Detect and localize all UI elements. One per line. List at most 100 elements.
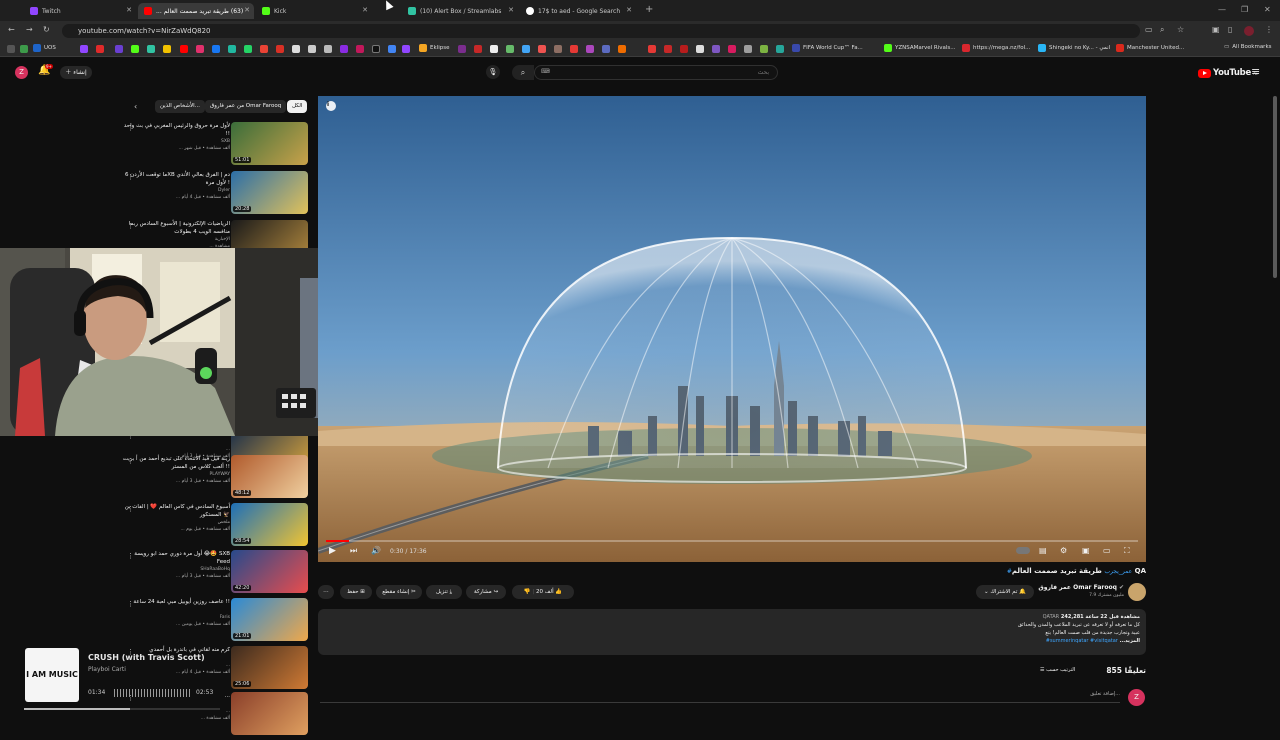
bookmark-icon[interactable]	[228, 45, 236, 53]
more-link[interactable]: ...المزيد	[1119, 638, 1140, 644]
bookmark-icon[interactable]	[196, 45, 204, 53]
bookmark-fifa[interactable]: FIFA World Cup™ Fa...	[792, 44, 863, 52]
recommended-video[interactable]: 20:28 ما توقعت الأردن 6XB دم | الفرق بعال…	[122, 171, 312, 219]
fullscreen-icon[interactable]: ⛶	[1124, 546, 1130, 556]
more-vertical-icon[interactable]: ⋮	[127, 457, 134, 465]
menu-icon[interactable]: ⋮	[1265, 25, 1273, 34]
all-bookmarks[interactable]: ▭ All Bookmarks	[1224, 44, 1272, 50]
tab-kick[interactable]: Kick ✕	[256, 3, 372, 19]
like-icon[interactable]: 👍	[555, 589, 562, 595]
forward-icon[interactable]: →	[26, 25, 33, 34]
video-thumbnail[interactable]: 28:54	[231, 503, 308, 546]
bookmark-icon[interactable]	[664, 45, 672, 53]
channel-avatar[interactable]	[1128, 583, 1146, 601]
bookmark-icon[interactable]	[308, 45, 316, 53]
video-player[interactable]: i	[318, 96, 1146, 562]
close-icon[interactable]: ✕	[508, 6, 514, 14]
bookmark-icon[interactable]	[760, 45, 768, 53]
channel-name[interactable]: ملخص	[120, 520, 230, 525]
bookmark-icon[interactable]	[260, 45, 268, 53]
miniplayer-icon[interactable]: ▣	[1082, 546, 1090, 555]
bookmark-mega[interactable]: https://mega.nz/fol...	[962, 44, 1030, 52]
bookmark-icon[interactable]	[522, 45, 530, 53]
bookmark-icon[interactable]	[131, 45, 139, 53]
bookmark-icon[interactable]	[538, 45, 546, 53]
voice-search-button[interactable]: 🎙	[486, 65, 500, 79]
more-vertical-icon[interactable]: ⋮	[127, 173, 134, 181]
channel-name[interactable]: Dyler	[120, 188, 230, 193]
video-title[interactable]: زينة فيل قبد الانتحاء على تبديع أحمد من …	[120, 455, 230, 471]
bookmark-eklipse[interactable]: Eklipse	[419, 44, 449, 52]
bookmark-icon[interactable]	[728, 45, 736, 53]
avatar[interactable]: Z	[15, 66, 28, 79]
bookmark-icon[interactable]	[776, 45, 784, 53]
bookmark-icon[interactable]	[212, 45, 220, 53]
bookmark-anime[interactable]: Shingeki no Ky... - انمي	[1038, 44, 1110, 52]
bookmark-icon[interactable]	[356, 45, 364, 53]
channel-name[interactable]: الإخبارية	[120, 237, 230, 242]
share-button[interactable]: مشاركة ↪	[466, 585, 506, 599]
bookmark-icon[interactable]	[506, 45, 514, 53]
bookmark-icon[interactable]	[244, 45, 252, 53]
volume-icon[interactable]: 🔊	[371, 546, 381, 555]
extensions-icon[interactable]: ▣	[1212, 25, 1220, 34]
bookmark-icon[interactable]	[96, 45, 104, 53]
youtube-logo[interactable]: YouTube AE	[1198, 68, 1258, 78]
address-bar[interactable]: youtube.com/watch?v=NirZaWdQ820	[62, 24, 1140, 38]
bookmark-icon[interactable]	[712, 45, 720, 53]
close-icon[interactable]: ✕	[626, 6, 632, 14]
info-icon[interactable]: i	[327, 101, 329, 108]
chip-more[interactable]: الأشخاص الذين...	[155, 100, 205, 113]
sort-comments[interactable]: ☰ الترتيب حسب	[1040, 667, 1075, 673]
tab-youtube[interactable]: (63) طريقة تبريد صممت العالم ... ✕	[138, 3, 254, 19]
more-vertical-icon[interactable]: ⋮	[127, 505, 134, 513]
apps-icon[interactable]	[7, 45, 15, 53]
play-icon[interactable]: ▶	[329, 546, 336, 556]
clip-button[interactable]: إنشاء مقطع ✂	[376, 585, 422, 599]
more-actions-button[interactable]: ⋯	[318, 585, 334, 599]
video-title[interactable]: لأول مرة حروق والرئيس المغربي في بث واحد…	[120, 122, 230, 138]
bookmark-icon[interactable]	[292, 45, 300, 53]
bookmark-icon[interactable]	[20, 45, 28, 53]
channel-name[interactable]: SXB	[120, 139, 230, 144]
dislike-icon[interactable]: 👎	[524, 589, 531, 595]
search-input[interactable]: بحث	[534, 65, 778, 80]
chevron-left-icon[interactable]: ‹	[134, 102, 137, 111]
tab-twitch[interactable]: Twitch ✕	[24, 3, 136, 19]
chip-all[interactable]: الكل	[287, 100, 308, 113]
guide-menu-icon[interactable]: ≡	[1251, 65, 1260, 78]
bookmark-icon[interactable]	[458, 45, 466, 53]
video-title[interactable]: أسبوع السادس في كاس العالم ❤️ | الفات بن…	[120, 503, 230, 519]
reload-icon[interactable]: ↻	[43, 25, 50, 34]
video-thumbnail[interactable]	[231, 692, 308, 735]
bookmark-uos[interactable]: UOS	[33, 44, 56, 52]
bookmark-icon[interactable]	[324, 45, 332, 53]
bookmark-icon[interactable]	[602, 45, 610, 53]
video-title[interactable]: ما توقعت الأردن 6XB دم | الفرق بعالي الأ…	[120, 171, 230, 187]
more-vertical-icon[interactable]: ⋮	[127, 552, 134, 560]
add-comment-input[interactable]: إضافة تعليق...	[320, 689, 1120, 703]
subtitles-icon[interactable]: ▤	[1039, 546, 1047, 555]
bookmark-icon[interactable]	[340, 45, 348, 53]
recommended-video[interactable]: 42:20 أول مرة دوري حمد ابو رويسة 😂🤩 SXB F…	[122, 550, 312, 598]
bookmark-icon[interactable]	[696, 45, 704, 53]
video-title[interactable]: أول مرة دوري حمد ابو رويسة 😂🤩 SXB Feed	[120, 550, 230, 566]
bookmark-marvel-rivals[interactable]: YZNSAMarvel Rivals...	[884, 44, 956, 52]
chip-channel[interactable]: من عمر فاروق Omar Farooq	[205, 100, 287, 113]
theater-mode-icon[interactable]: ▭	[1103, 546, 1111, 555]
bookmark-icon[interactable]	[490, 45, 498, 53]
more-vertical-icon[interactable]: ⋮	[127, 600, 134, 608]
new-tab-button[interactable]: +	[645, 4, 653, 15]
bookmark-icon[interactable]	[388, 45, 396, 53]
channel-name[interactable]: PLAYWAY	[120, 472, 230, 477]
tab-google[interactable]: 17$ to aed - Google Search ✕	[520, 3, 636, 19]
more-vertical-icon[interactable]: ⋮	[127, 124, 134, 132]
recommended-video[interactable]: 28:54 أسبوع السادس في كاس العالم ❤️ | الف…	[122, 503, 312, 551]
video-thumbnail[interactable]: 25:06	[231, 646, 308, 689]
progress-bar[interactable]	[326, 540, 1138, 542]
tags-link[interactable]: #summerinqatar #visitqatar	[1046, 638, 1118, 644]
description-box[interactable]: QATAR 242,281 مشاهدة قبل 22 ساعة كل ما ت…	[318, 609, 1146, 655]
bookmark-icon[interactable]	[276, 45, 284, 53]
bookmark-icon[interactable]	[570, 45, 578, 53]
video-thumbnail[interactable]: 51:01	[231, 122, 308, 165]
